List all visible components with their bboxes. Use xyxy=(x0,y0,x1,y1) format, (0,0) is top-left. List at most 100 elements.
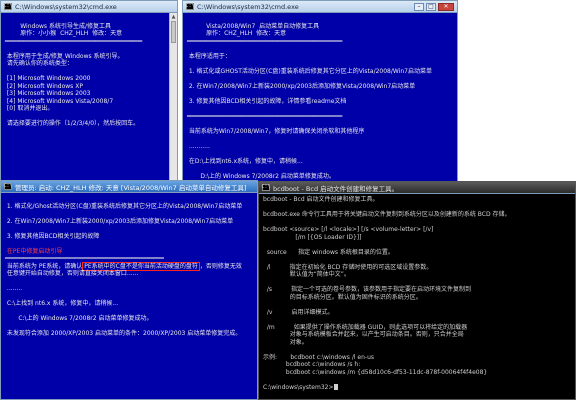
console-line: 在D:\上找到nt6.x系统，修复中，请稍候... xyxy=(187,157,303,165)
console-line: bcdboot - Bcd 启动文件创建和修复工具。 xyxy=(263,196,379,203)
cmd-window-1[interactable]: C:\ C:\Windows\system32\cmd.exe Windows … xyxy=(0,0,178,188)
console-output[interactable]: Windows 系统引导生成/修复工具 原作：小小猴 CHZ_HLH 修改：天意… xyxy=(1,13,169,187)
cmd-window-2[interactable]: C:\ C:\Windows\system32\cmd.exe – □ ✕ Vi… xyxy=(182,0,458,182)
cmd-icon: C:\ xyxy=(3,3,13,10)
title-bar[interactable]: C:\ C:\Windows\system32\cmd.exe xyxy=(1,1,177,13)
cmd-window-4[interactable]: C:\ bcdboot - Bcd 启动文件创建和修复工具。 bcdboot -… xyxy=(258,181,576,400)
console-line: 当前系统为Win7/2008/Win7，修复时请确保关闭杀软和其他程序 xyxy=(187,127,365,135)
window-title: C:\Windows\system32\cmd.exe xyxy=(15,2,117,11)
close-button[interactable]: ✕ xyxy=(438,2,454,11)
console-line: 1. 格式化/Ghost活动分区(C盘)重装系统后修复其它分区上的Vista/2… xyxy=(5,202,243,210)
cmd-icon: C:\ xyxy=(3,183,13,190)
console-line: [1] Microsoft Windows 2000 xyxy=(5,75,91,82)
console-line: 请先确认你的系统类型： xyxy=(5,60,73,67)
console-line: bcdboot.exe 命令行工具用于将关键启动文件复制到系统分区以及创建新的系… xyxy=(263,211,511,218)
title-bar[interactable]: C:\ 管理员: 启动: CHZ_HLH 修改: 天意 [Vista/2008/… xyxy=(1,181,257,193)
console-line: ════════════════════════════════════════… xyxy=(187,37,343,45)
scrollbar[interactable]: ▲ ▼ xyxy=(169,13,177,187)
title-bar[interactable]: C:\ C:\Windows\system32\cmd.exe – □ ✕ xyxy=(183,1,457,13)
console-line: ════════════════════════════════════════… xyxy=(187,112,343,120)
cmd-icon: C:\ xyxy=(261,184,271,191)
scroll-thumb[interactable] xyxy=(171,21,176,43)
window-title: bcdboot - Bcd 启动文件创建和修复工具。 xyxy=(273,184,399,193)
console-line: 任意键开始自动修复，否则请直接关闭本窗口...... xyxy=(5,270,139,277)
text-cursor xyxy=(333,383,338,390)
console-line: 本程序用于生成/修复 Windows 系统引导。 xyxy=(5,52,124,60)
console-line: bcdboot c:\windows /m {d58d10c6-df53-11d… xyxy=(263,368,488,376)
console-line: 原作：CHZ_HLH 修改：天意 xyxy=(187,30,287,37)
console-line: 在PE中修复启动引导 xyxy=(5,247,63,255)
console-line: /v 启用详细模式。 xyxy=(263,308,334,316)
console-line: bcdboot <source> [/l <locale>] [/s <volu… xyxy=(263,226,434,233)
console-line: source 指定 windows 系统根目录的位置。 xyxy=(263,248,394,256)
console-line: 请选择要进行的操作（1/2/3/4/0），然后按回车。 xyxy=(5,120,140,127)
console-line: 默认值为“简体中文”。 xyxy=(263,271,350,278)
scroll-up-icon[interactable]: ▲ xyxy=(170,13,177,21)
console-line: Windows 系统引导生成/修复工具 xyxy=(5,22,111,30)
console-output[interactable]: Vista/2008/Win7 启动菜单自动修复工具 原作：CHZ_HLH 修改… xyxy=(183,13,457,181)
console-line: [0] 取消并退出。 xyxy=(5,105,54,112)
title-bar[interactable]: C:\ bcdboot - Bcd 启动文件创建和修复工具。 xyxy=(259,182,575,194)
console-output[interactable]: 1. 格式化/Ghost活动分区(C盘)重装系统后修复其它分区上的Vista/2… xyxy=(1,193,257,399)
console-line: [2] Microsoft Windows XP xyxy=(5,82,83,90)
console-line: ........ xyxy=(5,285,23,292)
console-line: 原作：小小猴 CHZ_HLH 修改：天意 xyxy=(5,30,123,37)
console-line: ══════════════════════════════════════ xyxy=(5,37,143,45)
console-line: Vista/2008/Win7 启动菜单自动修复工具 xyxy=(187,22,320,30)
window-title: 管理员: 启动: CHZ_HLH 修改: 天意 [Vista/2008/Win7… xyxy=(15,183,247,192)
warning-suffix: ，否则修复无效 xyxy=(199,262,242,270)
console-line: [3] Microsoft Windows 2003 xyxy=(5,90,91,97)
console-output[interactable]: bcdboot - Bcd 启动文件创建和修复工具。 bcdboot.exe 命令… xyxy=(259,194,575,399)
console-line: [4] Microsoft Windows Vista/2008/7 xyxy=(5,97,114,105)
console-line: 的目标系统分区。默认值为固件标识的系统分区。 xyxy=(263,293,422,301)
console-line: C:\上找到 nt6.x 系统，修复中，请稍候... xyxy=(5,300,119,307)
console-line: 对象。 xyxy=(263,338,308,346)
console-line: 2. 在Win7/2008/Win7上新装2000/xp/2003后添加修复Vi… xyxy=(187,82,416,90)
console-line: 2. 在Win7/2008/Win7上新装2000/xp/2003后添加修复Vi… xyxy=(5,217,234,225)
console-line: [/m [{OS Loader ID}]] xyxy=(263,233,362,241)
console-line: D:\上的 Windows 7/2008r2 启动菜单修复成功。 xyxy=(187,172,335,180)
console-line: 对象与系统模板合并起来，以产生可启动条目。否则，只合并全局 xyxy=(263,331,464,338)
console-line: /l 指定在初始化 BCD 存储时使用的可选区域设置参数。 xyxy=(263,263,433,271)
console-line: 示例: bcdboot c:\windows /l en-us xyxy=(263,353,375,361)
minimize-button[interactable]: – xyxy=(414,2,424,11)
console-line: 本程序适用于： xyxy=(187,52,231,60)
console-line: 当前系统为 PE系统，请确认 PE系统中的C盘不是你当前活动硬盘的盘符 ，否则修复无… xyxy=(5,261,242,271)
cmd-window-3[interactable]: C:\ 管理员: 启动: CHZ_HLH 修改: 天意 [Vista/2008/… xyxy=(0,180,258,400)
console-line: /m 如果提供了操作系统加载器 GUID，则此选项可以将给定的加载器 xyxy=(263,323,468,331)
console-line: 1. 格式化或GHOST活动分区(C盘)重装系统后修复其它分区上的Vista/2… xyxy=(187,67,432,75)
console-line: ........... xyxy=(187,142,210,150)
console-line: 未发现符合添加 2000/XP/2003 启动菜单的条件：2000/XP/200… xyxy=(5,330,242,337)
maximize-button[interactable]: □ xyxy=(426,2,436,11)
